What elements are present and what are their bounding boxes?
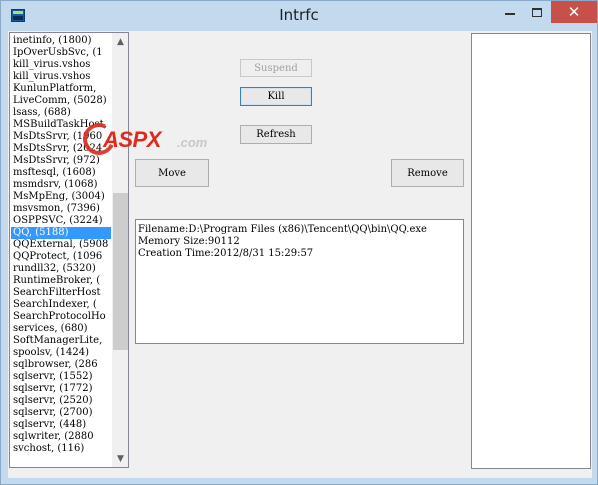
process-items: inetinfo, (1800) IpOverUsbSvc, (1 kill_vir… <box>11 35 111 455</box>
process-list-item[interactable]: sqlservr, (2520) <box>11 395 111 407</box>
process-list-item[interactable]: lsass, (688) <box>11 107 111 119</box>
maximize-button[interactable] <box>524 1 550 23</box>
kill-button[interactable]: Kill <box>240 87 312 106</box>
process-list-item[interactable]: msftesql, (1608) <box>11 167 111 179</box>
process-list-item[interactable]: msmdsrv, (1068) <box>11 179 111 191</box>
process-list-item[interactable]: IpOverUsbSvc, (1 <box>11 47 111 59</box>
process-list-item[interactable]: sqlbrowser, (286 <box>11 359 111 371</box>
process-list-item[interactable]: sqlservr, (1552) <box>11 371 111 383</box>
scroll-up-icon[interactable]: ▲ <box>112 33 128 50</box>
process-list-item[interactable]: OSPPSVC, (3224) <box>11 215 111 227</box>
minimize-icon <box>505 13 515 15</box>
process-list-item[interactable]: MsMpEng, (3004) <box>11 191 111 203</box>
title-bar[interactable]: Intrfc ✕ <box>1 1 597 31</box>
process-list-item[interactable]: rundll32, (5320) <box>11 263 111 275</box>
process-list-item[interactable]: SoftManagerLite, <box>11 335 111 347</box>
info-memory-size: Memory Size:90112 <box>138 236 240 247</box>
client-area: inetinfo, (1800) IpOverUsbSvc, (1 kill_vir… <box>8 31 592 478</box>
right-list-panel[interactable] <box>471 33 591 469</box>
process-list-item[interactable]: spoolsv, (1424) <box>11 347 111 359</box>
info-creation-time: Creation Time:2012/8/31 15:29:57 <box>138 248 314 259</box>
process-list-item[interactable]: RuntimeBroker, ( <box>11 275 111 287</box>
process-list-item[interactable]: QQProtect, (1096 <box>11 251 111 263</box>
process-list-item[interactable]: LiveComm, (5028) <box>11 95 111 107</box>
process-list-scrollbar[interactable]: ▲ ▼ <box>112 33 128 467</box>
process-list-item[interactable]: SearchIndexer, ( <box>11 299 111 311</box>
close-icon: ✕ <box>567 3 581 21</box>
move-button[interactable]: Move <box>135 159 209 187</box>
process-list-item[interactable]: sqlwriter, (2880 <box>11 431 111 443</box>
watermark-brand: ASPX <box>103 127 161 152</box>
watermark-logo: ASPX .com <box>78 118 223 160</box>
process-list-item[interactable]: kill_virus.vshos <box>11 71 111 83</box>
process-list-item[interactable]: sqlservr, (1772) <box>11 383 111 395</box>
process-list-item[interactable]: services, (680) <box>11 323 111 335</box>
process-list-item[interactable]: msvsmon, (7396) <box>11 203 111 215</box>
app-window: Intrfc ✕ inetinfo, (1800) IpOverUsbSvc, (… <box>0 0 598 485</box>
refresh-button[interactable]: Refresh <box>240 125 312 144</box>
process-info-box: Filename:D:\Program Files (x86)\Tencent\… <box>135 219 464 344</box>
suspend-button[interactable]: Suspend <box>240 59 312 77</box>
process-list-item[interactable]: SearchFilterHost <box>11 287 111 299</box>
process-listbox[interactable]: inetinfo, (1800) IpOverUsbSvc, (1 kill_vir… <box>9 32 129 468</box>
close-button[interactable]: ✕ <box>551 1 597 23</box>
info-filename: Filename:D:\Program Files (x86)\Tencent\… <box>138 224 427 235</box>
process-list-item[interactable]: sqlservr, (448) <box>11 419 111 431</box>
process-list-item[interactable]: kill_virus.vshos <box>11 59 111 71</box>
maximize-icon <box>532 7 542 17</box>
process-list-item[interactable]: QQ, (5188) <box>11 227 111 239</box>
watermark-tld: .com <box>177 135 208 150</box>
remove-button[interactable]: Remove <box>391 159 464 187</box>
process-list-item[interactable]: svchost, (116) <box>11 443 111 455</box>
process-list-item[interactable]: QQExternal, (5908 <box>11 239 111 251</box>
process-list-item[interactable]: inetinfo, (1800) <box>11 35 111 47</box>
scroll-down-icon[interactable]: ▼ <box>112 450 128 467</box>
process-list-item[interactable]: SearchProtocolHo <box>11 311 111 323</box>
process-list-item[interactable]: KunlunPlatform, <box>11 83 111 95</box>
process-list-item[interactable]: sqlservr, (2700) <box>11 407 111 419</box>
scroll-thumb[interactable] <box>113 193 128 350</box>
minimize-button[interactable] <box>497 1 523 23</box>
